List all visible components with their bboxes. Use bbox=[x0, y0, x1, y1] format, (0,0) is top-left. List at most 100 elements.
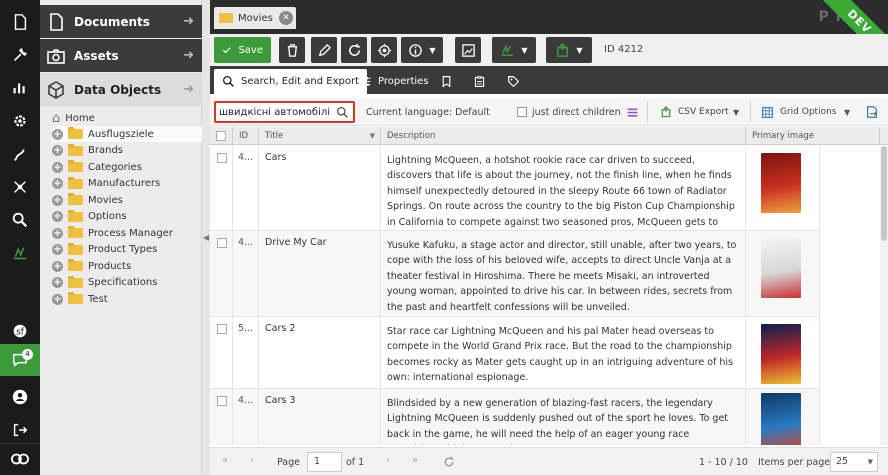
table-row[interactable]: 5... Cars 2 Star race car Lightning McQuee… bbox=[210, 317, 820, 389]
tab-notes[interactable] bbox=[440, 69, 453, 94]
expand-plus-icon[interactable]: + bbox=[52, 293, 63, 305]
tree-node-folder[interactable]: + Categories bbox=[52, 159, 202, 175]
save-button[interactable]: Save bbox=[214, 37, 271, 63]
grid-options-button[interactable]: Grid Options bbox=[761, 104, 836, 120]
tree-node-folder[interactable]: + Process Manager bbox=[52, 225, 202, 241]
search-icon[interactable] bbox=[0, 203, 40, 236]
page-number-input[interactable]: 1 bbox=[307, 452, 342, 472]
tree-node-folder[interactable]: + Product Types bbox=[52, 242, 202, 258]
id-cell[interactable]: 5... bbox=[233, 317, 259, 388]
preview-button[interactable] bbox=[455, 37, 481, 63]
datahub-button[interactable]: ▼ bbox=[492, 37, 536, 63]
id-cell[interactable]: 4... bbox=[233, 231, 259, 316]
next-page-icon[interactable]: › bbox=[386, 455, 390, 466]
csv-export-button[interactable]: CSV Export bbox=[660, 104, 728, 120]
title-cell[interactable]: Cars 2 bbox=[259, 317, 381, 388]
batch-edit-button[interactable] bbox=[626, 104, 639, 120]
primary-image-cell[interactable] bbox=[746, 146, 820, 230]
reload-button[interactable] bbox=[341, 37, 367, 63]
assets-panel-header[interactable]: Assets ➜ bbox=[40, 39, 202, 72]
bar-chart-icon[interactable] bbox=[0, 71, 40, 104]
description-cell[interactable]: Blindsided by a new generation of blazin… bbox=[381, 390, 746, 445]
tree-node-folder[interactable]: + Movies bbox=[52, 192, 202, 208]
primary-image-cell[interactable] bbox=[746, 317, 820, 388]
tree-node-folder[interactable]: + Manufacturers bbox=[52, 176, 202, 192]
delete-button[interactable] bbox=[279, 37, 305, 63]
select-all-column[interactable] bbox=[210, 127, 233, 145]
title-cell[interactable]: Cars bbox=[259, 146, 381, 230]
refresh-icon[interactable] bbox=[443, 456, 455, 468]
expand-plus-icon[interactable]: + bbox=[52, 161, 63, 173]
grid-scrollbar[interactable] bbox=[880, 146, 888, 445]
column-header-title[interactable]: Title ▼ bbox=[259, 127, 381, 145]
title-cell[interactable]: Drive My Car bbox=[259, 231, 381, 316]
id-cell[interactable]: 4... bbox=[233, 146, 259, 230]
save-grid-config-button[interactable] bbox=[865, 104, 879, 120]
tree-node-folder[interactable]: + Specifications bbox=[52, 275, 202, 291]
prev-page-icon[interactable]: ‹ bbox=[250, 455, 254, 466]
gear-icon[interactable] bbox=[0, 104, 40, 137]
primary-image-cell[interactable] bbox=[746, 389, 820, 445]
description-cell[interactable]: Star race car Lightning McQueen and his … bbox=[381, 318, 746, 389]
id-cell[interactable]: 4... bbox=[233, 389, 259, 445]
description-cell[interactable]: Yusuke Kafuku, a stage actor and directo… bbox=[381, 232, 746, 317]
grid-options-dropdown[interactable]: ▼ bbox=[844, 104, 850, 120]
row-checkbox[interactable] bbox=[217, 238, 227, 248]
datahub-icon[interactable] bbox=[0, 236, 40, 269]
tree-root-home[interactable]: ⌂ Home bbox=[52, 110, 95, 126]
network-icon[interactable] bbox=[0, 170, 40, 203]
csv-export-dropdown[interactable]: ▼ bbox=[733, 104, 739, 120]
last-page-icon[interactable]: » bbox=[412, 455, 418, 466]
expand-plus-icon[interactable]: + bbox=[52, 260, 63, 272]
expand-plus-icon[interactable]: + bbox=[52, 178, 63, 189]
row-checkbox[interactable] bbox=[217, 324, 227, 334]
column-header-primary-image[interactable]: Primary image bbox=[746, 127, 880, 145]
expand-plus-icon[interactable]: + bbox=[52, 227, 63, 239]
tab-tags[interactable] bbox=[507, 69, 520, 94]
column-header-id[interactable]: ID bbox=[233, 127, 259, 145]
user-icon[interactable] bbox=[0, 380, 40, 413]
search-icon[interactable] bbox=[336, 106, 349, 119]
select-all-checkbox[interactable] bbox=[216, 131, 226, 141]
tab-search-edit-export[interactable]: Search, Edit and Export bbox=[214, 69, 367, 94]
search-input[interactable] bbox=[219, 105, 331, 120]
tab-schedule[interactable] bbox=[473, 69, 486, 94]
symfony-icon[interactable]: sf bbox=[0, 314, 40, 347]
marketing-icon[interactable] bbox=[0, 137, 40, 170]
table-row[interactable]: 4... Cars Lightning McQueen, a hotshot roo… bbox=[210, 146, 820, 243]
first-page-icon[interactable]: « bbox=[222, 455, 228, 466]
title-cell[interactable]: Cars 3 bbox=[259, 389, 381, 445]
expand-plus-icon[interactable]: + bbox=[52, 145, 63, 156]
direct-children-checkbox[interactable] bbox=[517, 107, 527, 117]
tree-node-folder[interactable]: + Test bbox=[52, 291, 202, 307]
sort-dropdown-icon[interactable]: ▼ bbox=[370, 127, 375, 145]
expand-plus-icon[interactable]: + bbox=[52, 211, 63, 222]
primary-image-cell[interactable] bbox=[746, 231, 820, 316]
tree-collapse-handle[interactable]: ◀ bbox=[202, 0, 210, 475]
show-in-tree-button[interactable] bbox=[371, 37, 397, 63]
items-per-page-select[interactable]: 25 ▼ bbox=[830, 452, 878, 472]
tab-properties[interactable]: Properties bbox=[359, 69, 429, 94]
wrench-icon[interactable] bbox=[0, 38, 40, 71]
tree-node-folder[interactable]: + Products bbox=[52, 258, 202, 274]
tree-node-folder[interactable]: + Options bbox=[52, 209, 202, 225]
export-button[interactable]: ▼ bbox=[546, 37, 592, 63]
scrollbar-thumb[interactable] bbox=[881, 146, 887, 241]
table-row[interactable]: 4... Cars 3 Blindsided by a new generation… bbox=[210, 389, 820, 445]
expand-plus-icon[interactable]: + bbox=[52, 277, 63, 288]
column-header-description[interactable]: Description bbox=[381, 127, 746, 145]
tab-movies[interactable]: Movies ✕ bbox=[214, 7, 296, 29]
expand-plus-icon[interactable]: + bbox=[52, 128, 63, 140]
row-checkbox[interactable] bbox=[217, 396, 227, 406]
documents-panel-header[interactable]: Documents ➜ bbox=[40, 5, 202, 38]
table-row[interactable]: 4... Drive My Car Yusuke Kafuku, a stage a… bbox=[210, 231, 820, 317]
chat-icon[interactable]: 4 bbox=[0, 344, 40, 376]
tree-node-folder[interactable]: + Ausflugsziele bbox=[52, 126, 202, 142]
row-checkbox[interactable] bbox=[217, 153, 227, 163]
expand-plus-icon[interactable]: + bbox=[52, 244, 63, 255]
info-button[interactable]: ▼ bbox=[401, 37, 443, 63]
close-tab-icon[interactable]: ✕ bbox=[279, 11, 293, 25]
tree-node-folder[interactable]: + Brands bbox=[52, 143, 202, 159]
data-objects-panel-header[interactable]: Data Objects ➜ bbox=[40, 73, 202, 106]
expand-plus-icon[interactable]: + bbox=[52, 194, 63, 206]
